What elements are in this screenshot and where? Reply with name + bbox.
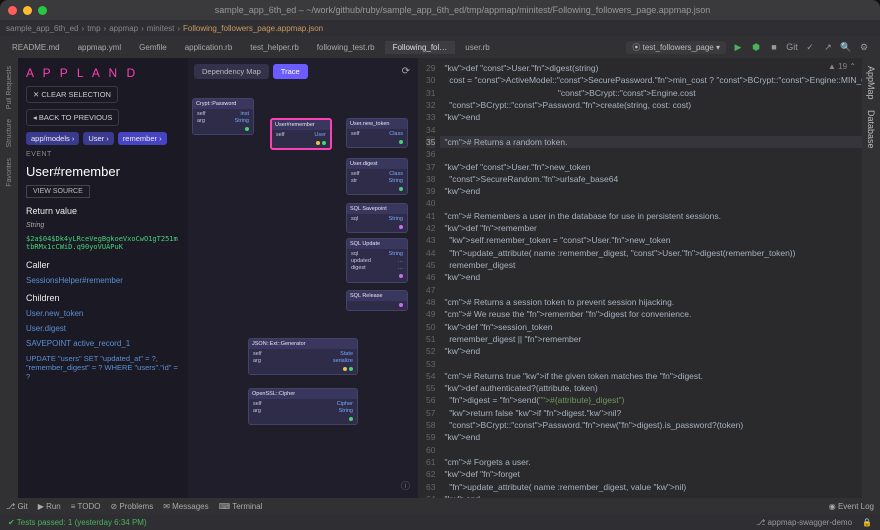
window-title: sample_app_6th_ed – ~/work/github/ruby/s… bbox=[53, 5, 872, 15]
vcs-update-icon[interactable]: ✓ bbox=[804, 41, 816, 53]
git-branch[interactable]: ⎇ appmap-swagger-demo bbox=[756, 518, 852, 527]
trace-node[interactable]: User.new_token selfClass bbox=[346, 118, 408, 148]
chip-path[interactable]: app/models › bbox=[26, 132, 79, 145]
source[interactable]: "kw">def "const">User."fn">digest(string… bbox=[440, 58, 862, 498]
child-link[interactable]: User.new_token bbox=[26, 309, 180, 318]
rail-favorites[interactable]: Favorites bbox=[6, 158, 13, 187]
event-log[interactable]: ◉ Event Log bbox=[829, 502, 874, 511]
trace-node-selected[interactable]: User#remember selfUser bbox=[270, 118, 332, 150]
trace-node[interactable]: SQL Release bbox=[346, 290, 408, 311]
zoom-icon[interactable] bbox=[38, 6, 47, 15]
minimize-icon[interactable] bbox=[23, 6, 32, 15]
debug-icon[interactable]: ⬢ bbox=[750, 41, 762, 53]
trace-node[interactable]: User.digest selfClass strString bbox=[346, 158, 408, 195]
stop-icon[interactable]: ■ bbox=[768, 41, 780, 53]
children-heading: Children bbox=[26, 293, 180, 303]
trace-view[interactable]: Dependency Map Trace ⟳ Crypt::Password s… bbox=[188, 58, 418, 498]
search-icon[interactable]: 🔍 bbox=[840, 41, 852, 53]
caller-heading: Caller bbox=[26, 260, 180, 270]
event-title: User#remember bbox=[26, 164, 180, 179]
trace-node[interactable]: SQL Savepoint sqlString bbox=[346, 203, 408, 233]
trace-node[interactable]: Crypt::Password selfinst argString bbox=[192, 98, 254, 135]
close-icon[interactable] bbox=[8, 6, 17, 15]
rail-pull-requests[interactable]: Pull Requests bbox=[6, 66, 13, 109]
appland-logo: A P P L A N D bbox=[26, 66, 180, 80]
code-editor[interactable]: 2930313233343536373839404142434445464748… bbox=[418, 58, 862, 498]
child-link[interactable]: UPDATE "users" SET "updated_at" = ?, "re… bbox=[26, 354, 180, 381]
trace-button[interactable]: Trace bbox=[273, 64, 308, 79]
tab-user-rb[interactable]: user.rb bbox=[457, 41, 497, 54]
rail-appmap[interactable]: AppMap bbox=[866, 66, 876, 100]
tab-application-rb[interactable]: application.rb bbox=[177, 41, 241, 54]
tool-problems[interactable]: ⊘ Problems bbox=[110, 502, 153, 511]
left-tool-rail: Pull Requests Structure Favorites bbox=[0, 58, 18, 498]
view-source-button[interactable]: VIEW SOURCE bbox=[26, 185, 90, 198]
tool-todo[interactable]: ≡ TODO bbox=[71, 502, 101, 511]
gutter: 2930313233343536373839404142434445464748… bbox=[418, 58, 440, 498]
tool-terminal[interactable]: ⌨ Terminal bbox=[219, 502, 263, 511]
breadcrumb: sample_app_6th_ed›tmp›appmap›minitest›Fo… bbox=[0, 20, 880, 36]
tool-messages[interactable]: ✉ Messages bbox=[163, 502, 208, 511]
trace-node[interactable]: OpenSSL::Cipher selfCipher argString bbox=[248, 388, 358, 425]
tab-gemfile[interactable]: Gemfile bbox=[131, 41, 175, 54]
appland-panel: A P P L A N D ✕ CLEAR SELECTION ◂ BACK T… bbox=[18, 58, 188, 498]
trace-node[interactable]: SQL Update sqlString updated… digest… bbox=[346, 238, 408, 283]
rail-database[interactable]: Database bbox=[866, 110, 876, 149]
back-button[interactable]: ◂ BACK TO PREVIOUS bbox=[26, 109, 119, 126]
right-tool-rail: AppMap Database bbox=[862, 58, 880, 498]
return-value-heading: Return value bbox=[26, 206, 180, 216]
inspection-badge[interactable]: ▲ 19 ⌃ bbox=[828, 62, 856, 71]
rail-structure[interactable]: Structure bbox=[6, 119, 13, 147]
tab-test-helper[interactable]: test_helper.rb bbox=[242, 41, 306, 54]
window-titlebar: sample_app_6th_ed – ~/work/github/ruby/s… bbox=[0, 0, 880, 20]
clear-selection-button[interactable]: ✕ CLEAR SELECTION bbox=[26, 86, 118, 103]
child-link[interactable]: SAVEPOINT active_record_1 bbox=[26, 339, 180, 348]
child-link[interactable]: User.digest bbox=[26, 324, 180, 333]
chip-method[interactable]: remember › bbox=[118, 132, 167, 145]
tab-readme[interactable]: README.md bbox=[4, 41, 68, 54]
vcs-push-icon[interactable]: ↗ bbox=[822, 41, 834, 53]
return-value: $2a$04$Dk4yLRceVegBgkoeVxoCwO1gT251mtbRM… bbox=[26, 235, 180, 252]
run-icon[interactable]: ▶ bbox=[732, 41, 744, 53]
event-label: EVENT bbox=[26, 151, 180, 158]
tab-following-test[interactable]: following_test.rb bbox=[309, 41, 383, 54]
status-bar: ✔ Tests passed: 1 (yesterday 6:34 PM) ⎇ … bbox=[0, 514, 880, 530]
chip-class[interactable]: User › bbox=[83, 132, 113, 145]
editor-tabs: README.md appmap.yml Gemfile application… bbox=[0, 36, 880, 58]
settings-icon[interactable]: ⚙ bbox=[858, 41, 870, 53]
refresh-icon[interactable]: ⟳ bbox=[402, 66, 410, 77]
tab-appmap-yml[interactable]: appmap.yml bbox=[70, 41, 130, 54]
dependency-map-button[interactable]: Dependency Map bbox=[194, 64, 269, 79]
tool-run[interactable]: ▶ Run bbox=[38, 502, 61, 511]
tab-appmap-json[interactable]: Following_fol… bbox=[385, 41, 456, 54]
lock-icon: 🔒 bbox=[862, 518, 872, 527]
tool-git[interactable]: ⎇ Git bbox=[6, 502, 28, 511]
test-status: ✔ Tests passed: 1 (yesterday 6:34 PM) bbox=[8, 518, 147, 527]
git-label[interactable]: Git bbox=[786, 41, 798, 53]
info-icon[interactable]: ⓘ bbox=[401, 479, 410, 492]
run-config-selector[interactable]: ⦿ test_followers_page ▾ bbox=[626, 41, 726, 54]
trace-node[interactable]: JSON::Ext::Generator selfState argserial… bbox=[248, 338, 358, 375]
caller-link[interactable]: SessionsHelper#remember bbox=[26, 276, 180, 285]
return-value-type: String bbox=[26, 222, 180, 229]
bottom-toolbar: ⎇ Git ▶ Run ≡ TODO ⊘ Problems ✉ Messages… bbox=[0, 498, 880, 514]
